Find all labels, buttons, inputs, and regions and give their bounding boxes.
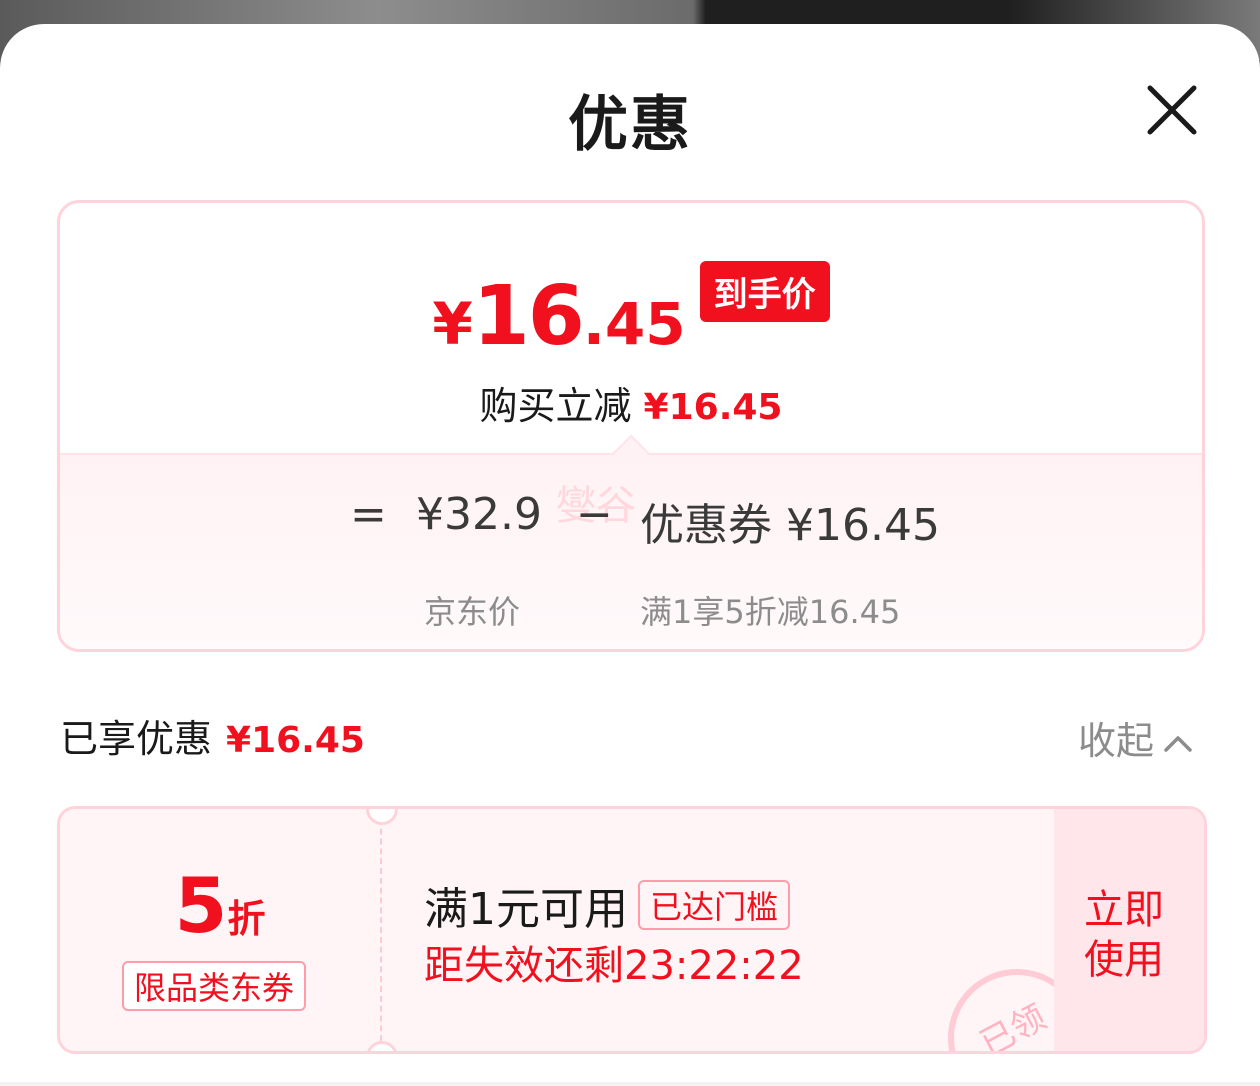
discount-sheet: 优惠 ¥16.45 到手价 购买立减 ¥16.45 燮谷 = ¥32.9 − 优惠券… — [0, 24, 1260, 1086]
close-icon[interactable] — [1140, 78, 1204, 142]
final-price-integer: 16 — [472, 269, 585, 364]
coupon-deduct-label: 优惠券 — [640, 500, 772, 551]
coupon-condition: 满1元可用 已达门槛 — [424, 873, 791, 937]
final-price: ¥16.45 到手价 — [60, 261, 1202, 364]
equals-sign: = — [350, 489, 387, 540]
collapse-button[interactable]: 收起 — [1078, 710, 1194, 765]
collapse-label: 收起 — [1078, 719, 1155, 763]
enjoyed-discount-label: 已享优惠 — [60, 717, 213, 761]
coupon-value-section: 5折 限品类东券 — [60, 809, 382, 1051]
instant-reduce: 购买立减 ¥16.45 — [60, 375, 1202, 430]
coupon-rule: 满1享5折减16.45 — [640, 593, 901, 631]
coupon-discount-unit: 折 — [227, 897, 266, 941]
minus-sign: − — [576, 489, 613, 540]
coupon-deduct-amount: ¥16.45 — [786, 500, 940, 551]
threshold-reached-tag: 已达门槛 — [638, 880, 791, 930]
instant-reduce-amount: ¥16.45 — [643, 387, 783, 428]
final-price-currency: ¥ — [432, 290, 473, 358]
coupon-condition-text: 满1元可用 — [424, 884, 628, 935]
final-price-badge: 到手价 — [699, 261, 830, 322]
chevron-up-icon — [1164, 735, 1192, 752]
coupon-discount: 5折 — [60, 861, 380, 950]
coupon-card: 5折 限品类东券 满1元可用 已达门槛 距失效还剩23:22:22 已领 立即使用 — [57, 806, 1207, 1054]
use-now-button[interactable]: 立即使用 — [1054, 809, 1204, 1051]
coupon-discount-value: 5 — [174, 861, 228, 950]
price-summary-card: ¥16.45 到手价 购买立减 ¥16.45 燮谷 = ¥32.9 − 优惠券 ¥1… — [57, 200, 1205, 652]
jd-price-label: 京东价 — [424, 593, 521, 631]
instant-reduce-label: 购买立减 — [479, 384, 632, 428]
use-now-label: 立即使用 — [1084, 887, 1164, 983]
bottom-divider — [0, 1082, 1260, 1086]
enjoyed-discount-amount: ¥16.45 — [226, 720, 365, 761]
final-price-decimal: .45 — [582, 290, 686, 358]
coupon-scope-tag: 限品类东券 — [122, 961, 307, 1011]
sheet-title: 优惠 — [568, 90, 692, 160]
coupon-expire-countdown: 距失效还剩23:22:22 — [424, 943, 804, 989]
coupon-deduct: 优惠券 ¥16.45 — [640, 489, 940, 553]
enjoyed-discount: 已享优惠 ¥16.45 — [60, 708, 365, 763]
jd-price: ¥32.9 — [416, 489, 542, 540]
